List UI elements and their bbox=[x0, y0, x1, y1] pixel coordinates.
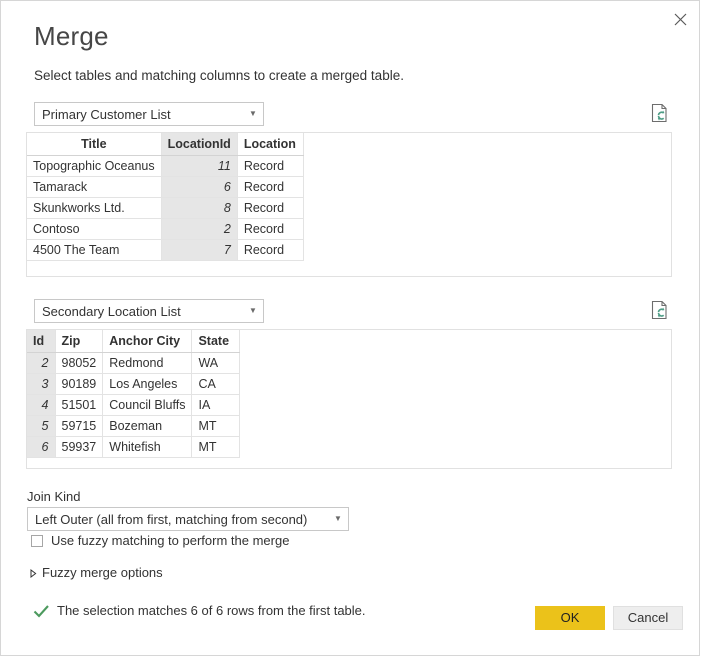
column-header[interactable]: State bbox=[192, 330, 240, 353]
fuzzy-merge-options-label: Fuzzy merge options bbox=[42, 566, 163, 580]
fuzzy-merge-options-expander[interactable]: Fuzzy merge options bbox=[28, 566, 163, 580]
table-cell: Contoso bbox=[27, 219, 161, 240]
table-row: Topographic Oceanus11Record bbox=[27, 156, 303, 177]
table-row: 298052RedmondWA bbox=[27, 353, 240, 374]
secondary-refresh-page-icon[interactable] bbox=[649, 298, 671, 322]
fuzzy-matching-label: Use fuzzy matching to perform the merge bbox=[51, 534, 289, 548]
column-header[interactable]: Location bbox=[237, 133, 303, 156]
table-cell: Record bbox=[237, 177, 303, 198]
primary-table-preview: TitleLocationIdLocationTopographic Ocean… bbox=[26, 132, 672, 277]
table-cell: Record bbox=[237, 198, 303, 219]
chevron-down-icon: ▼ bbox=[243, 307, 263, 316]
table-cell: Topographic Oceanus bbox=[27, 156, 161, 177]
table-cell: 6 bbox=[27, 437, 55, 458]
primary-table-dropdown[interactable]: Primary Customer List ▼ bbox=[34, 102, 264, 126]
triangle-right-icon bbox=[30, 569, 37, 578]
table-row: Contoso2Record bbox=[27, 219, 303, 240]
secondary-table-dropdown[interactable]: Secondary Location List ▼ bbox=[34, 299, 264, 323]
table-cell: 7 bbox=[161, 240, 237, 261]
table-cell: 8 bbox=[161, 198, 237, 219]
table-row: 390189Los AngelesCA bbox=[27, 374, 240, 395]
column-header[interactable]: Zip bbox=[55, 330, 103, 353]
primary-table-dropdown-value: Primary Customer List bbox=[35, 107, 243, 122]
table-cell: WA bbox=[192, 353, 240, 374]
table-row: Skunkworks Ltd.8Record bbox=[27, 198, 303, 219]
table-cell: 5 bbox=[27, 416, 55, 437]
table-cell: 6 bbox=[161, 177, 237, 198]
column-header[interactable]: Title bbox=[27, 133, 161, 156]
table-cell: Record bbox=[237, 240, 303, 261]
table-row: 559715BozemanMT bbox=[27, 416, 240, 437]
table-cell: 3 bbox=[27, 374, 55, 395]
fuzzy-matching-checkbox[interactable] bbox=[31, 535, 43, 547]
table-row: 451501Council BluffsIA bbox=[27, 395, 240, 416]
table-cell: 11 bbox=[161, 156, 237, 177]
table-cell: Bozeman bbox=[103, 416, 192, 437]
chevron-down-icon: ▼ bbox=[328, 515, 348, 524]
join-kind-dropdown[interactable]: Left Outer (all from first, matching fro… bbox=[27, 507, 349, 531]
page-subtitle: Select tables and matching columns to cr… bbox=[34, 67, 404, 85]
table-cell: MT bbox=[192, 437, 240, 458]
table-cell: Skunkworks Ltd. bbox=[27, 198, 161, 219]
table-cell: Redmond bbox=[103, 353, 192, 374]
column-header[interactable]: Id bbox=[27, 330, 55, 353]
table-cell: 2 bbox=[27, 353, 55, 374]
table-cell: 51501 bbox=[55, 395, 103, 416]
join-kind-label: Join Kind bbox=[27, 489, 80, 504]
secondary-table-preview: IdZipAnchor CityState298052RedmondWA3901… bbox=[26, 329, 672, 469]
table-header-row: TitleLocationIdLocation bbox=[27, 133, 303, 156]
table-cell: Tamarack bbox=[27, 177, 161, 198]
table-cell: 59715 bbox=[55, 416, 103, 437]
table-cell: MT bbox=[192, 416, 240, 437]
table-cell: 90189 bbox=[55, 374, 103, 395]
close-x-icon bbox=[674, 13, 687, 26]
status-text: The selection matches 6 of 6 rows from t… bbox=[57, 603, 366, 619]
table-cell: 4500 The Team bbox=[27, 240, 161, 261]
join-kind-dropdown-value: Left Outer (all from first, matching fro… bbox=[28, 512, 328, 527]
check-glyph-icon bbox=[33, 604, 50, 619]
table-cell: Los Angeles bbox=[103, 374, 192, 395]
chevron-right-icon bbox=[28, 569, 38, 578]
secondary-table-dropdown-value: Secondary Location List bbox=[35, 304, 243, 319]
fuzzy-matching-checkbox-row[interactable]: Use fuzzy matching to perform the merge bbox=[31, 534, 289, 548]
secondary-preview-grid: IdZipAnchor CityState298052RedmondWA3901… bbox=[27, 330, 240, 458]
table-cell: CA bbox=[192, 374, 240, 395]
table-row: 659937WhitefishMT bbox=[27, 437, 240, 458]
table-cell: Whitefish bbox=[103, 437, 192, 458]
status-message: The selection matches 6 of 6 rows from t… bbox=[31, 602, 366, 620]
table-header-row: IdZipAnchor CityState bbox=[27, 330, 240, 353]
page-title: Merge bbox=[34, 20, 109, 52]
page-refresh-icon bbox=[649, 298, 671, 322]
chevron-down-icon: ▼ bbox=[243, 110, 263, 119]
ok-button[interactable]: OK bbox=[535, 606, 605, 630]
column-header[interactable]: Anchor City bbox=[103, 330, 192, 353]
checkmark-icon bbox=[31, 602, 51, 620]
table-cell: 4 bbox=[27, 395, 55, 416]
cancel-button[interactable]: Cancel bbox=[613, 606, 683, 630]
close-icon[interactable] bbox=[665, 5, 695, 33]
table-cell: IA bbox=[192, 395, 240, 416]
table-cell: Record bbox=[237, 219, 303, 240]
primary-refresh-page-icon[interactable] bbox=[649, 101, 671, 125]
table-cell: Council Bluffs bbox=[103, 395, 192, 416]
table-cell: 2 bbox=[161, 219, 237, 240]
table-row: Tamarack6Record bbox=[27, 177, 303, 198]
table-row: 4500 The Team7Record bbox=[27, 240, 303, 261]
column-header[interactable]: LocationId bbox=[161, 133, 237, 156]
primary-preview-grid: TitleLocationIdLocationTopographic Ocean… bbox=[27, 133, 304, 261]
merge-dialog: Merge Select tables and matching columns… bbox=[0, 0, 700, 656]
page-refresh-icon bbox=[649, 101, 671, 125]
table-cell: 59937 bbox=[55, 437, 103, 458]
table-cell: 98052 bbox=[55, 353, 103, 374]
table-cell: Record bbox=[237, 156, 303, 177]
